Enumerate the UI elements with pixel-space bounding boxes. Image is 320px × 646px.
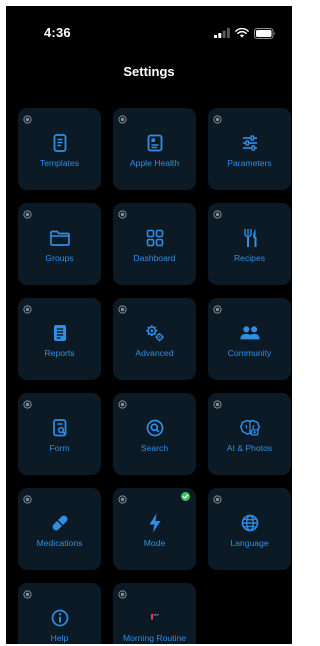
- sliders-icon: [239, 132, 261, 154]
- pin-icon[interactable]: [118, 396, 127, 409]
- report-icon: [49, 322, 71, 344]
- pin-icon[interactable]: [213, 111, 222, 124]
- pin-icon[interactable]: [118, 586, 127, 599]
- form-search-icon: [49, 417, 71, 439]
- pin-icon[interactable]: [23, 396, 32, 409]
- info-icon: [49, 607, 71, 629]
- dashboard-grid-icon: [144, 227, 166, 249]
- page-title: Settings: [123, 64, 175, 79]
- active-check-icon: [181, 492, 190, 501]
- folder-icon: [49, 227, 71, 249]
- tile-reports[interactable]: Reports: [18, 298, 101, 380]
- pin-icon[interactable]: [213, 491, 222, 504]
- pin-icon[interactable]: [118, 301, 127, 314]
- tile-form[interactable]: Form: [18, 393, 101, 475]
- tile-label: AI & Photos: [226, 443, 273, 453]
- wifi-icon: [235, 28, 249, 38]
- battery-icon: [254, 27, 275, 39]
- tile-label: Groups: [45, 253, 74, 263]
- pin-icon[interactable]: [213, 206, 222, 219]
- tile-label: Search: [140, 443, 169, 453]
- settings-grid: Templates Apple Health Parameters Groups Das…: [18, 108, 291, 644]
- tile-label: Templates: [39, 158, 80, 168]
- tile-dashboard[interactable]: Dashboard: [113, 203, 196, 285]
- tile-label: Community: [227, 348, 272, 358]
- pin-icon[interactable]: [23, 491, 32, 504]
- tile-community[interactable]: Community: [208, 298, 291, 380]
- health-record-icon: [144, 132, 166, 154]
- people-icon: [239, 322, 261, 344]
- pin-icon[interactable]: [118, 111, 127, 124]
- routine-flag-icon: [144, 607, 166, 629]
- tile-label: Recipes: [233, 253, 266, 263]
- tile-parameters[interactable]: Parameters: [208, 108, 291, 190]
- signal-icon: [214, 28, 230, 38]
- tile-label: Parameters: [227, 158, 272, 168]
- tile-label: Mode: [143, 538, 166, 548]
- tile-label: Help: [50, 633, 69, 643]
- status-bar: 4:36: [6, 6, 292, 50]
- tile-label: Advanced: [135, 348, 174, 358]
- pin-icon[interactable]: [213, 301, 222, 314]
- pin-icon[interactable]: [23, 301, 32, 314]
- tile-templates[interactable]: Templates: [18, 108, 101, 190]
- tile-language[interactable]: Language: [208, 488, 291, 570]
- pin-icon[interactable]: [23, 586, 32, 599]
- tile-recipes[interactable]: Recipes: [208, 203, 291, 285]
- gears-icon: [144, 322, 166, 344]
- tile-groups[interactable]: Groups: [18, 203, 101, 285]
- bolt-icon: [144, 512, 166, 534]
- status-icons: [214, 26, 276, 40]
- settings-screen: 4:36 Settings Templates Apple Health Param…: [6, 6, 292, 644]
- tile-label: Form: [49, 443, 70, 453]
- tile-help[interactable]: Help: [18, 583, 101, 644]
- tile-label: Language: [230, 538, 269, 548]
- tile-label: Morning Routine: [122, 633, 187, 643]
- tile-medications[interactable]: Medications: [18, 488, 101, 570]
- pin-icon[interactable]: [118, 491, 127, 504]
- tile-morning-routine[interactable]: Morning Routine: [113, 583, 196, 644]
- tile-label: Reports: [44, 348, 75, 358]
- status-time: 4:36: [44, 25, 71, 40]
- tile-search[interactable]: Search: [113, 393, 196, 475]
- pin-icon[interactable]: [23, 111, 32, 124]
- brain-icon: [239, 417, 261, 439]
- tile-label: Medications: [36, 538, 83, 548]
- pin-icon[interactable]: [118, 206, 127, 219]
- pin-icon[interactable]: [213, 396, 222, 409]
- tile-label: Apple Health: [129, 158, 180, 168]
- globe-icon: [239, 512, 261, 534]
- tile-label: Dashboard: [133, 253, 176, 263]
- pill-icon: [49, 512, 71, 534]
- tile-ai-photos[interactable]: AI & Photos: [208, 393, 291, 475]
- tile-mode[interactable]: Mode: [113, 488, 196, 570]
- magnifier-icon: [144, 417, 166, 439]
- pin-icon[interactable]: [23, 206, 32, 219]
- tile-apple-health[interactable]: Apple Health: [113, 108, 196, 190]
- tile-advanced[interactable]: Advanced: [113, 298, 196, 380]
- fork-knife-icon: [239, 227, 261, 249]
- document-icon: [49, 132, 71, 154]
